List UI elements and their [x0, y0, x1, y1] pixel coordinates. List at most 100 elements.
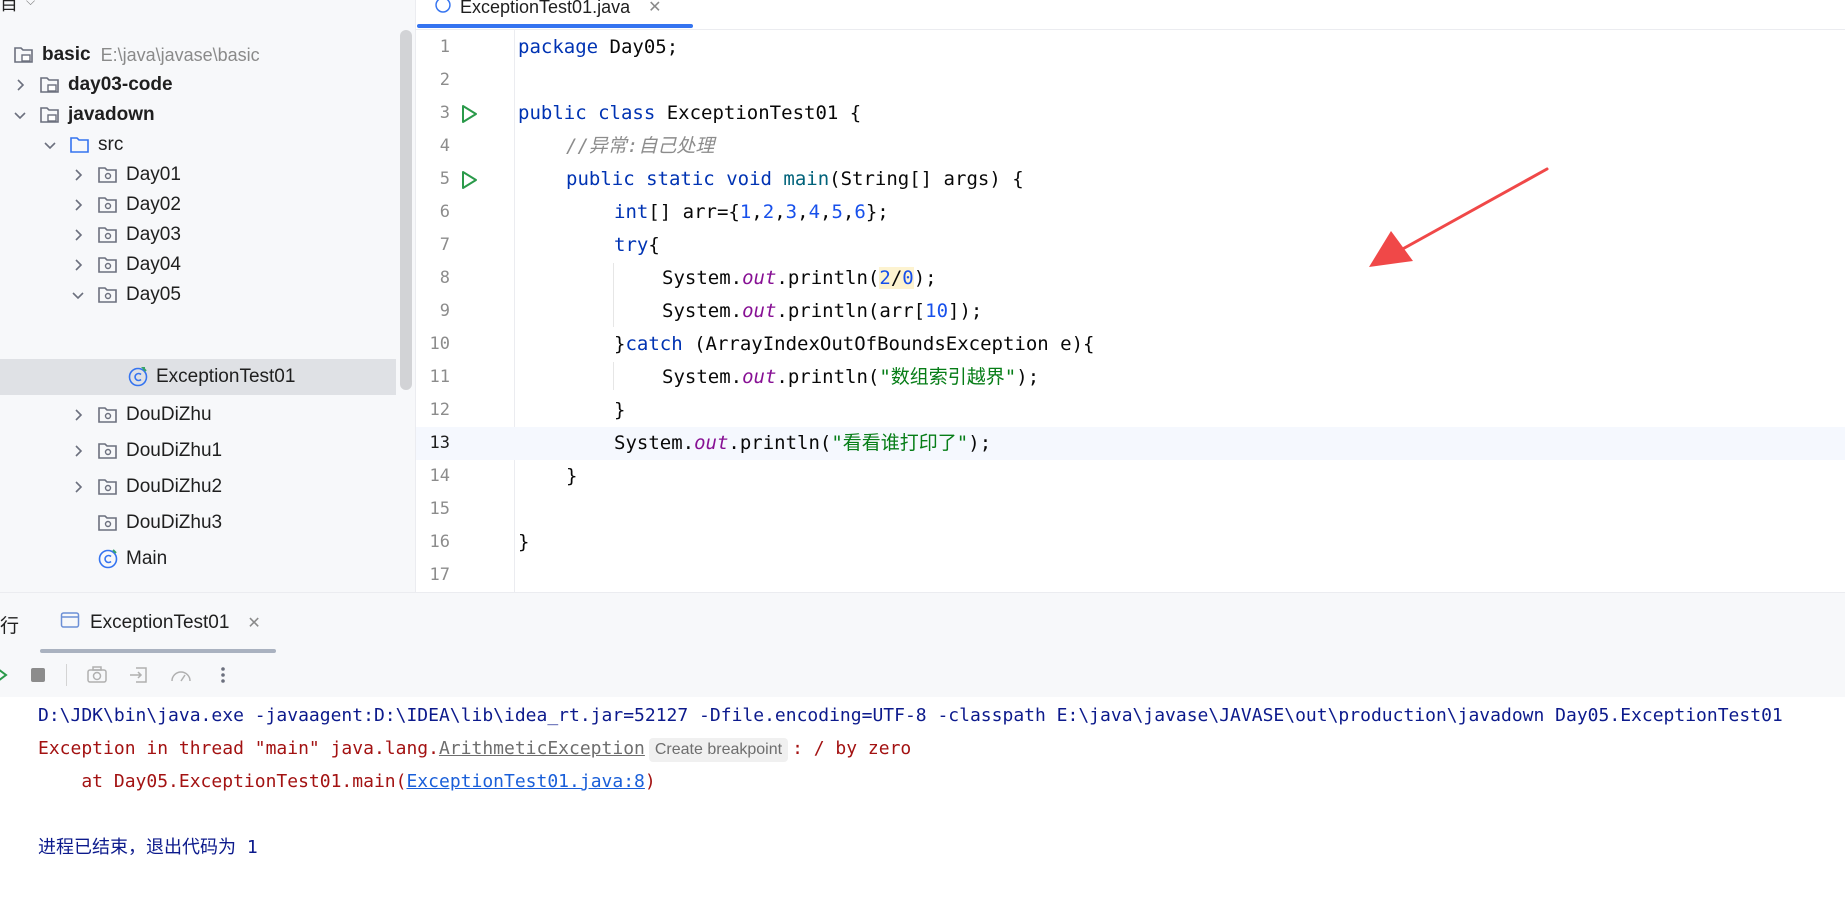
- tree-item-label: src: [98, 134, 124, 155]
- chevron-right-icon[interactable]: [12, 77, 28, 93]
- line-number: 11: [429, 367, 450, 387]
- code-line-7[interactable]: 7 try{: [416, 229, 1845, 262]
- tree-item-doudizhu1[interactable]: DouDiZhu1: [0, 433, 396, 469]
- tree-item-doudizhu[interactable]: DouDiZhu: [0, 397, 396, 433]
- code-text: System.out.println("数组索引越界");: [662, 366, 1040, 388]
- chevron-right-icon[interactable]: [70, 197, 86, 213]
- close-icon[interactable]: ✕: [247, 613, 260, 633]
- tree-item-label: DouDiZhu: [126, 404, 212, 425]
- code-text: int[] arr={1,2,3,4,5,6};: [614, 201, 889, 223]
- tree-item-doudizhu2[interactable]: DouDiZhu2: [0, 469, 396, 505]
- code-text: }: [566, 465, 578, 487]
- create-breakpoint-button[interactable]: Create breakpoint: [648, 738, 789, 762]
- tree-item-day05[interactable]: Day05: [0, 277, 396, 313]
- code-line-8[interactable]: 8 System.out.println(2/0);: [416, 262, 1845, 295]
- module-folder-icon: [38, 104, 62, 126]
- tree-root-path: E:\java\javase\basic: [100, 44, 260, 65]
- code-line-5[interactable]: 5 public static void main(String[] args)…: [416, 163, 1845, 196]
- tree-item-label: Main: [126, 548, 168, 569]
- tree-item-label: javadown: [68, 104, 155, 125]
- line-number: 17: [429, 565, 450, 585]
- line-number: 4: [439, 136, 450, 156]
- close-icon[interactable]: ✕: [648, 0, 661, 17]
- code-line-17[interactable]: 17: [416, 559, 1845, 592]
- package-icon: [96, 284, 120, 306]
- project-tool-window: 目 ⌵ basic E:\java\javase\basic day03-cod…: [0, 0, 415, 592]
- chevron-right-icon[interactable]: [70, 479, 86, 495]
- code-line-14[interactable]: 14 }: [416, 460, 1845, 493]
- rerun-icon[interactable]: [0, 661, 10, 689]
- line-number: 5: [439, 169, 450, 189]
- toolbar-divider: [66, 664, 67, 686]
- chevron-down-icon[interactable]: ⌵: [26, 0, 35, 9]
- code-line-16[interactable]: 16 }: [416, 526, 1845, 559]
- code-line-13[interactable]: 13 System.out.println("看看谁打印了");: [416, 427, 1845, 460]
- run-gutter-icon[interactable]: [459, 170, 479, 190]
- line-number: 10: [429, 334, 450, 354]
- tree-item-label: Day02: [126, 194, 181, 215]
- tree-item-label: Day05: [126, 284, 181, 305]
- code-line-6[interactable]: 6 int[] arr={1,2,3,4,5,6};: [416, 196, 1845, 229]
- code-line-12[interactable]: 12 }: [416, 394, 1845, 427]
- code-line-4[interactable]: 4 //异常:自己处理: [416, 130, 1845, 163]
- chevron-down-icon[interactable]: [12, 107, 28, 123]
- console-exception-line: Exception in thread "main" java.lang.Ari…: [38, 732, 911, 765]
- code-editor[interactable]: ExceptionTest01.java ✕ 1 package Day05; …: [415, 0, 1845, 592]
- chevron-down-icon[interactable]: [70, 287, 86, 303]
- code-line-2[interactable]: 2: [416, 64, 1845, 97]
- editor-tab[interactable]: ExceptionTest01.java ✕: [434, 0, 662, 24]
- run-header: 行 ExceptionTest01 ✕: [0, 593, 1845, 653]
- division-highlight: 2/0: [879, 267, 914, 289]
- run-tab[interactable]: ExceptionTest01 ✕: [60, 609, 261, 637]
- code-line-1[interactable]: 1 package Day05;: [416, 31, 1845, 64]
- tree-item-main[interactable]: Main: [0, 541, 396, 577]
- line-number: 7: [439, 235, 450, 255]
- console-stacktrace-line: at Day05.ExceptionTest01.main(ExceptionT…: [38, 771, 656, 792]
- line-number: 9: [439, 301, 450, 321]
- chevron-right-icon[interactable]: [70, 407, 86, 423]
- code-comment: //异常:自己处理: [566, 135, 715, 157]
- tree-item-label: Day04: [126, 254, 181, 275]
- code-text: try{: [614, 234, 660, 256]
- line-number: 15: [429, 499, 450, 519]
- chevron-right-icon[interactable]: [70, 227, 86, 243]
- exception-class-link[interactable]: ArithmeticException: [439, 738, 645, 759]
- run-window-title: 行: [0, 616, 20, 637]
- code-line-10[interactable]: 10 }catch (ArrayIndexOutOfBoundsExceptio…: [416, 328, 1845, 361]
- line-number: 3: [439, 103, 450, 123]
- run-tool-window: 行 ExceptionTest01 ✕ D:\JDK\bin\java.exe …: [0, 592, 1845, 903]
- run-gutter-icon[interactable]: [459, 104, 479, 124]
- code-text: public class ExceptionTest01 {: [518, 102, 862, 124]
- source-location-link[interactable]: ExceptionTest01.java:8: [406, 771, 644, 792]
- tree-item-label: DouDiZhu1: [126, 440, 223, 461]
- more-options-icon[interactable]: [209, 661, 237, 689]
- tree-root-label: basic: [42, 44, 91, 65]
- console-output[interactable]: D:\JDK\bin\java.exe -javaagent:D:\IDEA\l…: [0, 697, 1845, 903]
- tree-scrollbar[interactable]: [400, 30, 412, 390]
- stop-icon[interactable]: [24, 661, 52, 689]
- chevron-down-icon[interactable]: [42, 137, 58, 153]
- code-line-3[interactable]: 3 public class ExceptionTest01 {: [416, 97, 1845, 130]
- chevron-right-icon[interactable]: [70, 167, 86, 183]
- source-folder-icon: [68, 134, 92, 156]
- profiler-icon[interactable]: [167, 661, 195, 689]
- chevron-right-icon[interactable]: [70, 257, 86, 273]
- import-icon[interactable]: [125, 661, 153, 689]
- code-line-11[interactable]: 11 System.out.println("数组索引越界");: [416, 361, 1845, 394]
- active-tab-indicator: [417, 24, 693, 28]
- editor-tab-bar: ExceptionTest01.java ✕: [416, 0, 1845, 30]
- tree-item-doudizhu3[interactable]: DouDiZhu3: [0, 505, 396, 541]
- tree-item-exceptiontest01[interactable]: ExceptionTest01: [0, 359, 396, 395]
- code-line-15[interactable]: 15: [416, 493, 1845, 526]
- tree-item-label: Day01: [126, 164, 181, 185]
- package-icon: [96, 224, 120, 246]
- code-text: }: [614, 399, 626, 421]
- camera-icon[interactable]: [83, 661, 111, 689]
- console-command-line: D:\JDK\bin\java.exe -javaagent:D:\IDEA\l…: [38, 705, 1783, 726]
- tree-item-label: Day03: [126, 224, 181, 245]
- line-number: 6: [439, 202, 450, 222]
- code-line-9[interactable]: 9 System.out.println(arr[10]);: [416, 295, 1845, 328]
- module-folder-icon: [38, 74, 62, 96]
- code-text: }: [518, 531, 530, 553]
- chevron-right-icon[interactable]: [70, 443, 86, 459]
